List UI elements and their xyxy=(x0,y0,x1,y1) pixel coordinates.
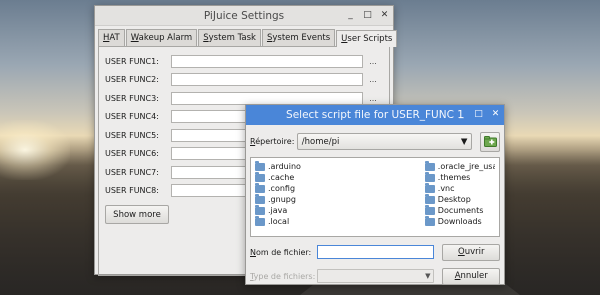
folder-icon xyxy=(424,215,435,226)
close-icon[interactable]: ✕ xyxy=(491,108,500,120)
minimize-icon[interactable]: _ xyxy=(346,9,355,21)
folder-icon xyxy=(255,182,265,193)
user-func-label: USER FUNC5: xyxy=(105,130,159,140)
file-name: .local xyxy=(268,217,290,226)
user-func-input[interactable] xyxy=(171,91,363,105)
directory-row: Répertoire: /home/pi ▼ xyxy=(246,125,504,153)
folder-icon xyxy=(255,160,265,171)
filetype-label: Type de fichiers: xyxy=(250,271,316,281)
file-name: .themes xyxy=(437,173,471,182)
file-list[interactable]: .arduino .cache .config .gnupg .java .local .… xyxy=(250,157,500,237)
folder-icon xyxy=(424,204,435,215)
browse-button[interactable]: ... xyxy=(363,75,383,84)
filetype-row: Type de fichiers: ▼ Annuler xyxy=(246,267,504,285)
tab-label: akeup Alarm xyxy=(138,33,193,43)
file-column-1: .arduino .cache .config .gnupg .java .local xyxy=(255,160,405,233)
folder-icon xyxy=(255,204,265,215)
user-func-row: USER FUNC1:... xyxy=(105,52,383,71)
file-list-item[interactable]: Downloads xyxy=(424,215,495,227)
user-func-label: USER FUNC3: xyxy=(105,93,159,103)
folder-icon xyxy=(255,171,265,182)
file-list-item[interactable]: .java xyxy=(255,204,405,216)
file-column-2: .oracle_jre_usa .themes .vnc Desktop Documen… xyxy=(424,161,495,233)
filename-row: Nom de fichier: Ouvrir xyxy=(246,243,504,261)
dialog-window-controls: _ □ ✕ xyxy=(457,108,500,120)
maximize-icon[interactable]: □ xyxy=(363,9,372,21)
file-name: .vnc xyxy=(437,184,455,193)
user-func-row: USER FUNC2:... xyxy=(105,71,383,90)
minimize-icon[interactable]: _ xyxy=(457,108,466,120)
file-list-item[interactable]: Desktop xyxy=(424,193,495,205)
close-icon[interactable]: ✕ xyxy=(380,9,389,21)
dialog-title: Select script file for USER_FUNC 1 xyxy=(286,109,464,121)
file-name: .java xyxy=(268,206,288,215)
tab-1[interactable]: Wakeup Alarm xyxy=(125,29,198,46)
new-folder-button[interactable] xyxy=(480,131,500,152)
file-name: .config xyxy=(268,184,296,193)
chevron-down-icon: ▼ xyxy=(425,272,431,280)
user-func-label: USER FUNC6: xyxy=(105,149,159,159)
file-list-item[interactable]: .arduino xyxy=(255,160,405,172)
file-name: Desktop xyxy=(437,195,471,204)
tab-0[interactable]: HAT xyxy=(98,29,125,46)
filetype-select[interactable]: ▼ xyxy=(317,269,435,283)
user-func-label: USER FUNC4: xyxy=(105,112,159,122)
chevron-down-icon: ▼ xyxy=(460,136,468,147)
user-func-label: USER FUNC7: xyxy=(105,167,159,177)
open-button[interactable]: Ouvrir xyxy=(442,243,500,261)
maximize-icon[interactable]: □ xyxy=(474,108,483,120)
file-list-item[interactable]: Documents xyxy=(424,204,495,216)
dialog-titlebar[interactable]: Select script file for USER_FUNC 1 _ □ ✕ xyxy=(246,105,504,125)
folder-icon xyxy=(255,193,265,204)
directory-select[interactable]: /home/pi ▼ xyxy=(296,133,473,150)
user-func-label: USER FUNC2: xyxy=(105,75,159,85)
tab-label: ser Scripts xyxy=(347,34,393,44)
tab-3[interactable]: System Events xyxy=(261,29,336,46)
file-list-item[interactable]: .cache xyxy=(255,171,405,183)
user-func-label: USER FUNC1: xyxy=(105,56,159,66)
file-name: .oracle_jre_usa xyxy=(437,162,495,171)
file-name: Downloads xyxy=(437,217,482,226)
window-controls: _ □ ✕ xyxy=(346,9,389,21)
file-list-item[interactable]: .gnupg xyxy=(255,193,405,205)
file-list-item[interactable]: .themes xyxy=(424,171,495,183)
browse-button[interactable]: ... xyxy=(363,57,383,66)
tab-mnemonic: W xyxy=(130,33,139,43)
cancel-button[interactable]: Annuler xyxy=(442,267,500,285)
new-folder-icon xyxy=(483,136,497,147)
file-name: .cache xyxy=(268,173,295,182)
folder-icon xyxy=(255,215,265,226)
file-name: Documents xyxy=(437,206,484,215)
folder-icon xyxy=(424,161,435,171)
file-list-item[interactable]: .config xyxy=(255,182,405,194)
file-list-item[interactable]: .local xyxy=(255,215,405,227)
show-more-button[interactable]: Show more xyxy=(105,205,169,224)
browse-button[interactable]: ... xyxy=(363,94,383,103)
window-title: PiJuice Settings xyxy=(203,9,285,22)
folder-icon xyxy=(424,171,435,182)
file-name: .gnupg xyxy=(268,195,296,204)
directory-value: /home/pi xyxy=(301,136,340,147)
tab-label: ystem Events xyxy=(272,33,331,43)
filename-label: Nom de fichier: xyxy=(250,247,312,257)
user-func-input[interactable] xyxy=(171,73,363,87)
user-func-input[interactable] xyxy=(171,54,363,68)
tab-label: ystem Task xyxy=(208,33,256,43)
select-script-dialog: Select script file for USER_FUNC 1 _ □ ✕… xyxy=(245,104,505,285)
tab-label: AT xyxy=(109,33,120,43)
directory-label: Répertoire: xyxy=(250,137,295,146)
folder-icon xyxy=(424,193,435,204)
tab-4[interactable]: User Scripts xyxy=(336,30,398,47)
file-list-item[interactable]: .oracle_jre_usa xyxy=(424,161,495,172)
folder-icon xyxy=(424,182,435,193)
file-name: .arduino xyxy=(268,162,301,171)
main-titlebar[interactable]: PiJuice Settings _ □ ✕ xyxy=(95,6,393,26)
file-list-item[interactable]: .vnc xyxy=(424,182,495,194)
user-func-label: USER FUNC8: xyxy=(105,186,159,196)
tab-2[interactable]: System Task xyxy=(198,29,261,46)
tab-bar: HAT Wakeup Alarm System Task System Events U… xyxy=(95,26,398,47)
filename-input[interactable] xyxy=(317,245,435,259)
